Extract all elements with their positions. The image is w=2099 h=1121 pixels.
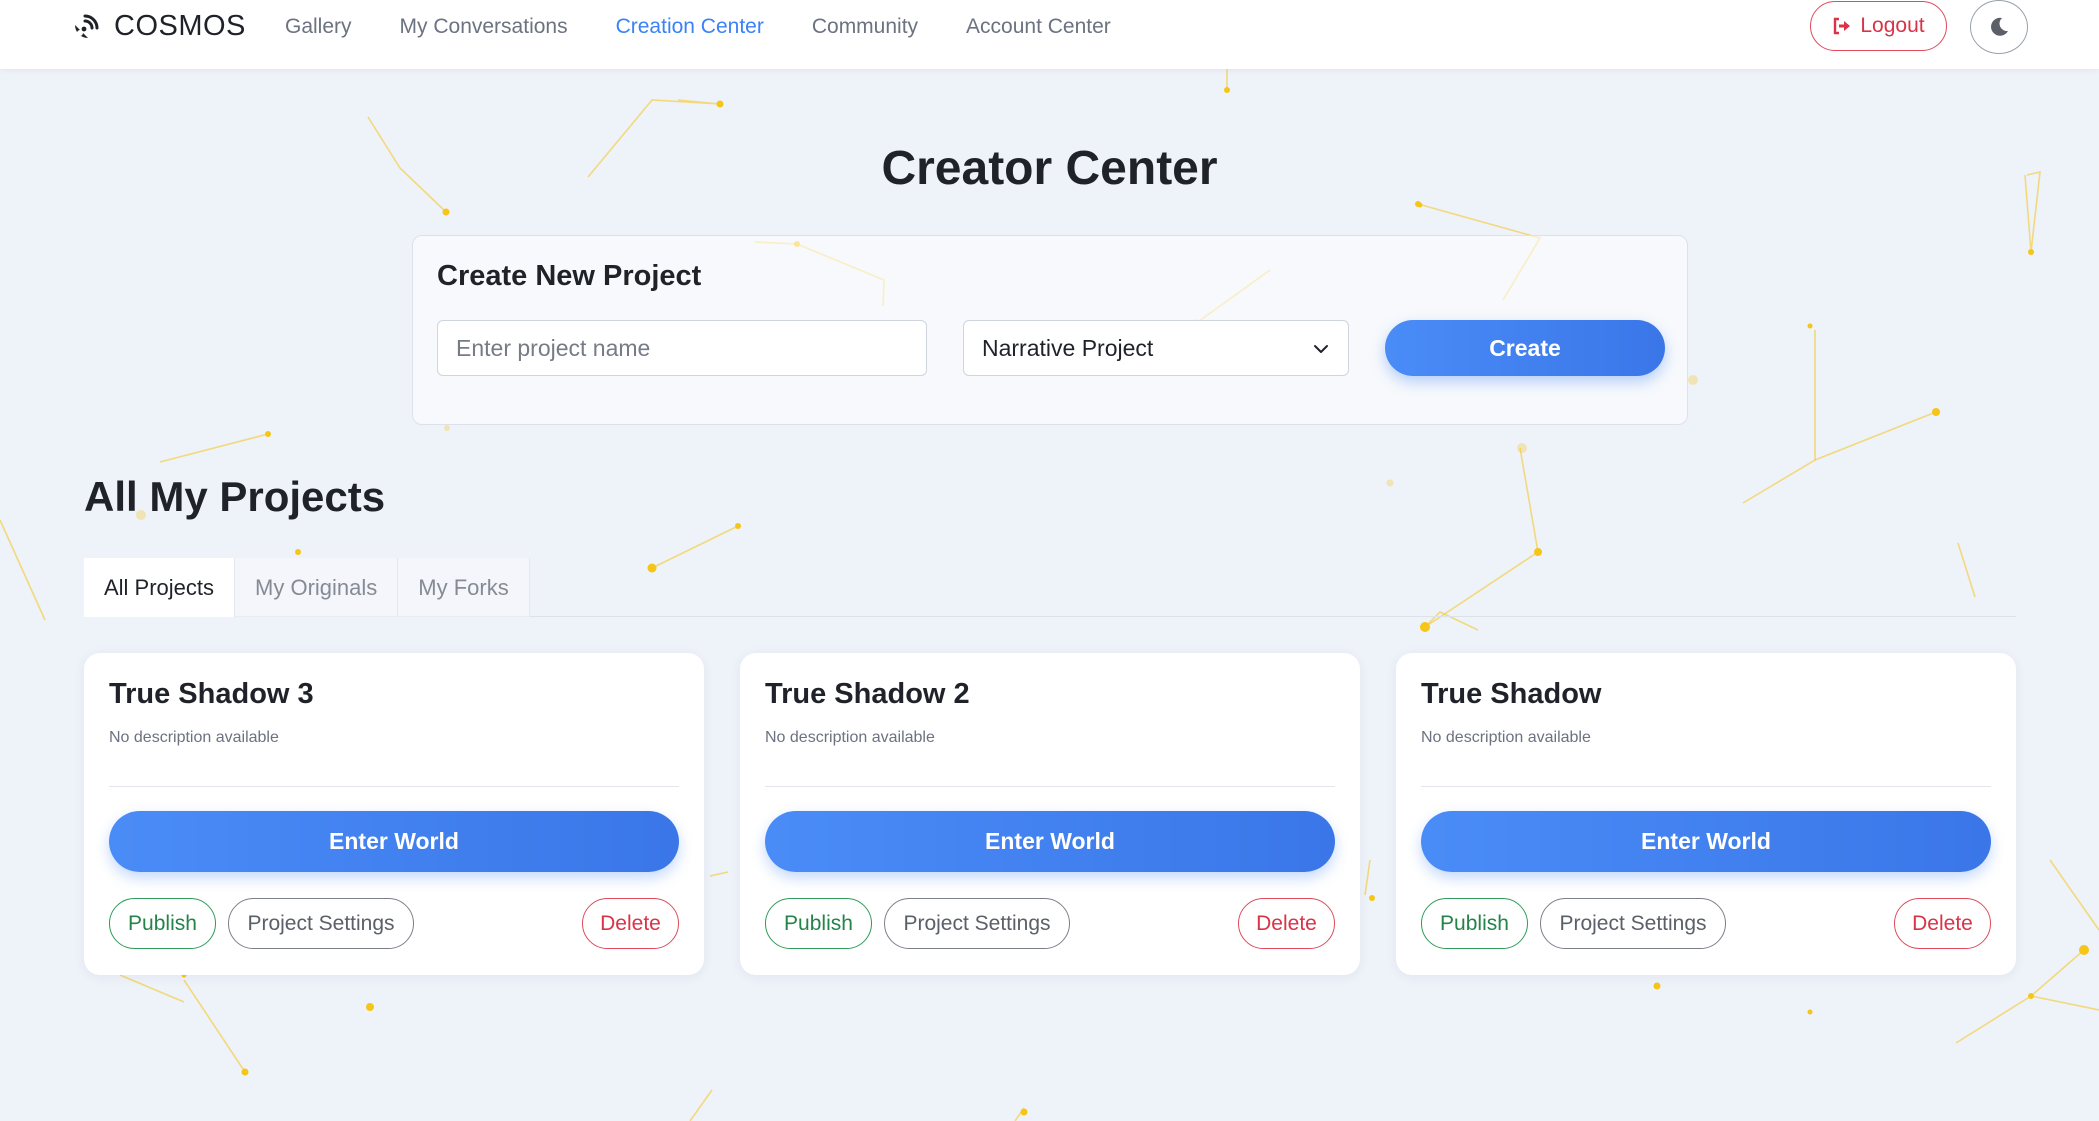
nav-link-gallery[interactable]: Gallery [285,15,352,39]
project-tabs: All Projects My Originals My Forks [84,558,2016,617]
create-project-panel: Create New Project Narrative Project Cre… [412,235,1688,425]
project-type-select[interactable]: Narrative Project [963,320,1349,376]
project-settings-button[interactable]: Project Settings [1540,898,1726,949]
nav-link-creation-center[interactable]: Creation Center [616,15,764,39]
page-title: Creator Center [881,142,1218,195]
logout-button[interactable]: Logout [1810,1,1947,51]
delete-button[interactable]: Delete [1894,898,1991,949]
project-description: No description available [1421,729,1591,746]
theme-toggle-button[interactable] [1970,0,2028,54]
brand-logo[interactable]: COSMOS [70,10,246,43]
publish-button[interactable]: Publish [109,898,216,949]
nav-link-my-conversations[interactable]: My Conversations [400,15,568,39]
project-card: True Shadow No description available Ent… [1396,653,2016,975]
project-description: No description available [765,729,935,746]
card-divider [1421,786,1991,787]
publish-button[interactable]: Publish [1421,898,1528,949]
project-name-input[interactable] [437,320,927,376]
publish-button[interactable]: Publish [765,898,872,949]
projects-section-title: All My Projects [84,473,386,520]
project-title: True Shadow [1421,678,1602,710]
enter-world-button[interactable]: Enter World [765,811,1335,872]
satellite-dish-icon [75,14,99,38]
logout-label: Logout [1860,14,1925,37]
delete-button[interactable]: Delete [1238,898,1335,949]
project-type-value: Narrative Project [982,334,1154,361]
top-navbar: COSMOS Gallery My Conversations Creation… [0,0,2099,69]
nav-link-community[interactable]: Community [812,15,918,39]
tab-my-forks[interactable]: My Forks [398,558,530,617]
main-nav: Gallery My Conversations Creation Center… [285,0,1159,54]
brand-name: COSMOS [114,10,246,42]
card-divider [109,786,679,787]
sign-out-icon [1834,17,1851,35]
project-card: True Shadow 2 No description available E… [740,653,1360,975]
main-content: Creator Center Create New Project Narrat… [0,69,2099,1121]
nav-link-account-center[interactable]: Account Center [966,15,1111,39]
enter-world-button[interactable]: Enter World [1421,811,1991,872]
card-divider [765,786,1335,787]
project-title: True Shadow 2 [765,678,970,710]
project-card: True Shadow 3 No description available E… [84,653,704,975]
enter-world-button[interactable]: Enter World [109,811,679,872]
project-cards: True Shadow 3 No description available E… [84,653,2016,975]
delete-button[interactable]: Delete [582,898,679,949]
project-settings-button[interactable]: Project Settings [884,898,1070,949]
project-title: True Shadow 3 [109,678,314,710]
create-panel-title: Create New Project [437,260,702,292]
project-description: No description available [109,729,279,746]
chevron-down-icon [1314,345,1328,353]
project-settings-button[interactable]: Project Settings [228,898,414,949]
tab-my-originals[interactable]: My Originals [235,558,399,617]
moon-icon [1991,17,2008,36]
create-button[interactable]: Create [1385,320,1665,376]
tab-all-projects[interactable]: All Projects [84,558,236,617]
